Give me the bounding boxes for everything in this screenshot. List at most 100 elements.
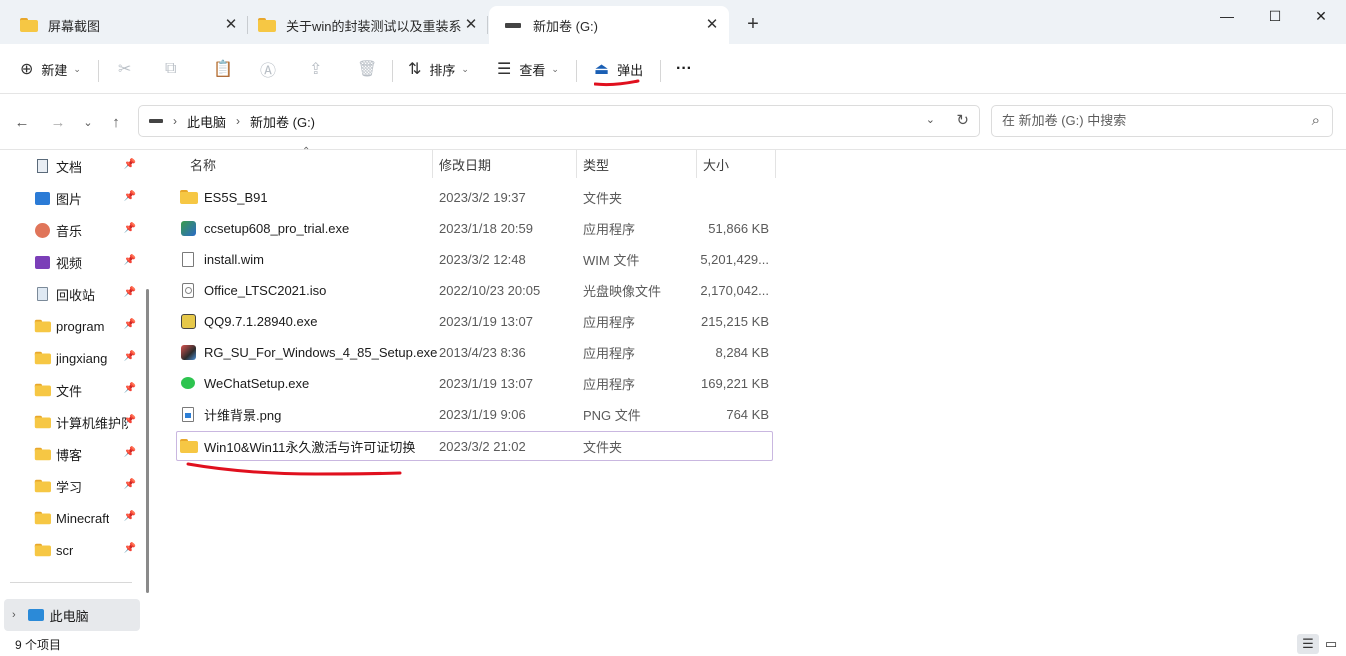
- column-divider[interactable]: [432, 150, 433, 178]
- search-input[interactable]: [1002, 113, 1292, 128]
- folder-icon: [20, 18, 38, 32]
- more-options-button[interactable]: ···: [676, 56, 692, 82]
- tab-label: 屏幕截图: [48, 18, 101, 34]
- file-row[interactable]: ccsetup608_pro_trial.exe 2023/1/18 20:59…: [176, 213, 773, 243]
- sidebar-item-label: program: [56, 318, 105, 334]
- sidebar-item-label: Minecraft: [56, 510, 110, 526]
- share-icon: ⇪: [309, 61, 323, 78]
- sidebar-scrollbar[interactable]: [146, 289, 149, 593]
- installer-icon: [180, 344, 196, 360]
- file-row[interactable]: QQ9.7.1.28940.exe 2023/1/19 13:07 应用程序 2…: [176, 306, 773, 336]
- drive-icon: [505, 22, 521, 28]
- share-button[interactable]: ⇪: [309, 56, 330, 82]
- file-row[interactable]: ES5S_B91 2023/3/2 19:37 文件夹: [176, 182, 773, 212]
- sidebar-item-label: 回收站: [56, 287, 96, 303]
- folder-icon: [34, 478, 52, 494]
- sidebar-item-videos[interactable]: 视频 📌: [0, 246, 150, 278]
- sidebar-item-scr[interactable]: scr 📌: [0, 534, 150, 566]
- column-header-date[interactable]: 修改日期: [439, 150, 491, 178]
- sidebar-item-study[interactable]: 学习 📌: [0, 470, 150, 502]
- back-arrow-icon[interactable]: ←: [12, 113, 32, 133]
- close-tab-icon[interactable]: ✕: [462, 16, 480, 34]
- file-size: 169,221 KB: [701, 375, 769, 391]
- copy-button[interactable]: ⧉: [165, 56, 184, 82]
- sidebar-item-blog[interactable]: 博客 📌: [0, 438, 150, 470]
- pin-icon: 📌: [123, 319, 136, 330]
- file-row[interactable]: install.wim 2023/3/2 12:48 WIM 文件 5,201,…: [176, 244, 773, 274]
- file-type: 应用程序: [583, 221, 636, 237]
- column-header-size[interactable]: 大小: [703, 150, 729, 178]
- file-name: RG_SU_For_Windows_4_85_Setup.exe: [204, 344, 438, 360]
- column-header-name[interactable]: 名称: [190, 150, 216, 178]
- sidebar-item-label: 文档: [56, 159, 83, 175]
- details-view-icon[interactable]: ☰: [1297, 634, 1319, 654]
- drive-icon: [149, 119, 163, 123]
- view-button[interactable]: ☰ 查看 ⌄: [497, 56, 559, 82]
- file-date: 2022/10/23 20:05: [439, 282, 541, 298]
- recycle-bin-icon: [34, 286, 50, 302]
- file-row[interactable]: WeChatSetup.exe 2023/1/19 13:07 应用程序 169…: [176, 368, 773, 398]
- breadcrumb-this-pc[interactable]: 此电脑: [187, 112, 226, 131]
- cut-button[interactable]: ✂: [118, 56, 139, 82]
- file-row[interactable]: 计维背景.png 2023/1/19 9:06 PNG 文件 764 KB: [176, 399, 773, 429]
- scissors-icon: ✂: [118, 61, 132, 78]
- sidebar-item-label: 图片: [56, 191, 83, 207]
- chevron-right-icon[interactable]: ›: [12, 609, 16, 621]
- file-row[interactable]: RG_SU_For_Windows_4_85_Setup.exe 2013/4/…: [176, 337, 773, 367]
- forward-arrow-icon[interactable]: →: [48, 113, 68, 133]
- close-tab-icon[interactable]: ✕: [222, 16, 240, 34]
- column-divider[interactable]: [696, 150, 697, 178]
- sidebar-item-recycle-bin[interactable]: 回收站 📌: [0, 278, 150, 310]
- trash-icon: 🗑: [357, 61, 378, 78]
- tab-screenshots[interactable]: 屏幕截图 ✕: [4, 6, 248, 44]
- column-divider[interactable]: [576, 150, 577, 178]
- sort-button[interactable]: ⇅ 排序 ⌄: [408, 56, 469, 82]
- recent-locations-chevron-icon[interactable]: ⌄: [78, 113, 98, 133]
- tab-win-packaging[interactable]: 关于win的封装测试以及重装系 ✕: [242, 6, 488, 44]
- sidebar-item-documents[interactable]: 文档 📌: [0, 150, 150, 182]
- music-icon: [34, 222, 50, 238]
- search-icon[interactable]: ⌕: [1312, 112, 1320, 129]
- new-label: 新建: [41, 62, 68, 78]
- column-header-type[interactable]: 类型: [583, 150, 609, 178]
- file-name: QQ9.7.1.28940.exe: [204, 313, 318, 329]
- sidebar-item-pictures[interactable]: 图片 📌: [0, 182, 150, 214]
- sidebar-item-music[interactable]: 音乐 📌: [0, 214, 150, 246]
- paste-button[interactable]: 📋: [213, 56, 241, 82]
- close-tab-icon[interactable]: ✕: [703, 16, 721, 34]
- minimize-button[interactable]: —: [1212, 8, 1242, 24]
- close-window-button[interactable]: ✕: [1306, 8, 1336, 24]
- sidebar-item-jingxiang[interactable]: jingxiang 📌: [0, 342, 150, 374]
- file-row[interactable]: Office_LTSC2021.iso 2022/10/23 20:05 光盘映…: [176, 275, 773, 305]
- file-icon: [180, 251, 196, 267]
- address-bar[interactable]: › 此电脑 › 新加卷 (G:) ⌄ ↻: [138, 105, 980, 137]
- sidebar-item-computer-maintenance[interactable]: 计算机维护队 📌: [0, 406, 150, 438]
- breadcrumb-new-volume[interactable]: 新加卷 (G:): [250, 112, 315, 131]
- file-name: install.wim: [204, 251, 264, 267]
- sidebar-item-this-pc[interactable]: › 此电脑: [4, 599, 140, 631]
- sidebar-item-label: 计算机维护队: [56, 415, 128, 431]
- sidebar-item-program[interactable]: program 📌: [0, 310, 150, 342]
- file-size: [698, 431, 768, 461]
- file-name: Office_LTSC2021.iso: [204, 282, 327, 298]
- refresh-icon[interactable]: ↻: [956, 111, 969, 129]
- file-row-selected[interactable]: Win10&Win11永久激活与许可证切换 2023/3/2 21:02 文件夹: [176, 431, 773, 461]
- sidebar-item-files[interactable]: 文件 📌: [0, 374, 150, 406]
- tiles-view-icon[interactable]: ▭: [1320, 634, 1342, 654]
- clipboard-icon: 📋: [213, 61, 233, 78]
- pin-icon: 📌: [123, 543, 136, 554]
- address-dropdown-chevron-icon[interactable]: ⌄: [926, 113, 935, 126]
- rename-button[interactable]: Ⓐ: [260, 56, 284, 82]
- maximize-button[interactable]: ☐: [1260, 8, 1290, 24]
- new-tab-button[interactable]: +: [742, 14, 764, 36]
- sidebar-item-minecraft[interactable]: Minecraft 📌: [0, 502, 150, 534]
- search-box[interactable]: ⌕: [991, 105, 1333, 137]
- up-arrow-icon[interactable]: ↑: [106, 113, 126, 133]
- new-button[interactable]: ⊕ 新建 ⌄: [20, 56, 81, 82]
- file-size: 8,284 KB: [715, 344, 770, 360]
- eject-icon: ⏏: [594, 61, 610, 78]
- navigation-bar: ← → ⌄ ↑ › 此电脑 › 新加卷 (G:) ⌄ ↻ ⌕: [0, 95, 1346, 150]
- delete-button[interactable]: 🗑: [357, 56, 385, 82]
- column-divider[interactable]: [775, 150, 776, 178]
- tab-new-volume[interactable]: 新加卷 (G:) ✕: [489, 6, 729, 44]
